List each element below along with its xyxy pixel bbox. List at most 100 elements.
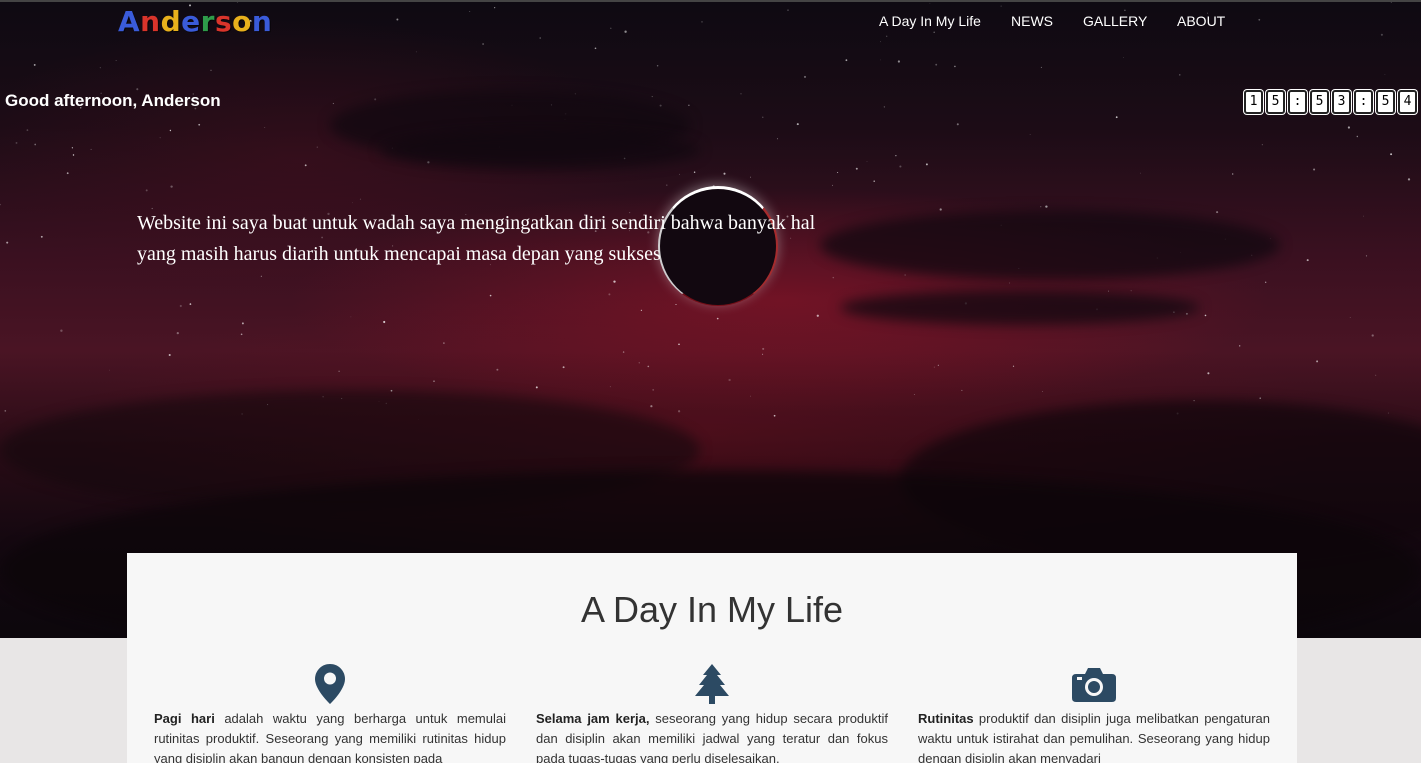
star-dot [650,405,653,408]
star-dot [240,333,243,336]
cloud-shape [840,290,1200,325]
feature-column-work: Selama jam kerja, seseorang yang hidup s… [536,663,888,763]
star-dot [176,331,179,335]
nav-item-news[interactable]: NEWS [1011,13,1053,29]
nav-item-about[interactable]: ABOUT [1177,13,1225,29]
star-dot [1207,372,1210,375]
camera-icon [1072,668,1116,702]
clock-digit: 3 [1332,90,1351,114]
star-dot [1365,255,1368,257]
star-dot [647,365,650,368]
star-dot [352,202,353,204]
star-dot [666,184,668,186]
nav-item-gallery[interactable]: GALLERY [1083,13,1147,29]
star-dot [886,35,888,37]
star-dot [374,98,377,101]
star-dot [99,67,101,69]
star-dot [776,138,778,140]
star-dot [961,389,963,391]
star-dot [880,41,881,43]
star-dot [136,88,139,91]
star-dot [15,141,18,144]
star-dot [855,167,858,170]
star-dot [1124,9,1126,12]
star-dot [937,364,939,366]
digital-clock: 1 5 : 5 3 : 5 4 [1244,90,1417,114]
star-dot [415,51,417,53]
star-dot [264,127,266,129]
feature-column-morning: Pagi hari adalah waktu yang berharga unt… [154,663,506,763]
greeting-text: Good afternoon, Anderson [5,91,221,110]
star-dot [443,342,445,344]
star-dot [1363,215,1364,217]
star-dot [4,410,7,412]
star-dot [762,347,765,350]
star-dot [933,366,935,368]
star-dot [71,147,74,149]
star-dot [496,368,499,371]
star-dot [482,43,485,45]
nav-item-a-day-in-my-life[interactable]: A Day In My Life [879,13,981,29]
star-dot [1045,205,1048,208]
star-dot [1204,314,1207,317]
star-dot [535,386,538,389]
star-dot [433,380,435,383]
star-dot [489,294,492,297]
feature-bold: Selama jam kerja, [536,711,650,726]
star-dot [652,389,655,391]
star-dot [929,2,931,4]
star-dot [1261,144,1263,146]
star-dot [316,146,318,148]
star-dot [1130,290,1132,292]
star-dot [109,369,110,371]
star-dot [6,241,9,244]
feature-text: Rutinitas produktif dan disiplin juga me… [918,709,1270,763]
star-dot [904,274,906,276]
clock-separator: : [1354,90,1373,114]
star-dot [688,104,690,106]
star-dot [832,184,833,186]
star-dot [594,47,597,50]
star-dot [678,173,680,175]
star-dot [33,63,36,66]
star-dot [762,353,764,355]
star-dot [1029,134,1031,135]
star-dot [1380,33,1383,36]
star-dot [1265,281,1267,283]
day-in-my-life-section: A Day In My Life Pagi hari adalah waktu … [127,553,1297,763]
star-dot [796,123,799,126]
clock-digit: 5 [1310,90,1329,114]
star-dot [168,353,171,357]
star-dot [66,172,69,175]
star-dot [845,59,848,62]
star-dot [899,165,902,168]
star-dot [1000,5,1002,7]
star-dot [350,316,352,318]
star-dot [0,203,1,206]
feature-bold: Pagi hari [154,711,215,726]
star-dot [359,198,361,200]
star-dot [1349,317,1351,318]
star-dot [494,7,496,9]
star-dot [260,275,262,277]
star-dot [1040,206,1042,208]
cloud-shape [820,210,1280,280]
star-dot [1390,153,1393,156]
star-dot [873,180,875,182]
star-dot [613,280,616,283]
star-dot [609,386,611,388]
star-dot [1009,282,1010,284]
star-dot [693,171,696,173]
clock-separator: : [1288,90,1307,114]
star-dot [956,123,959,126]
star-dot [897,60,901,63]
star-dot [241,322,244,325]
star-dot [787,9,789,11]
star-dot [816,314,819,317]
star-dot [1306,259,1309,262]
star-dot [837,171,839,174]
clock-digit: 5 [1266,90,1285,114]
star-dot [773,414,776,417]
star-dot [651,96,653,98]
section-title: A Day In My Life [580,589,844,630]
